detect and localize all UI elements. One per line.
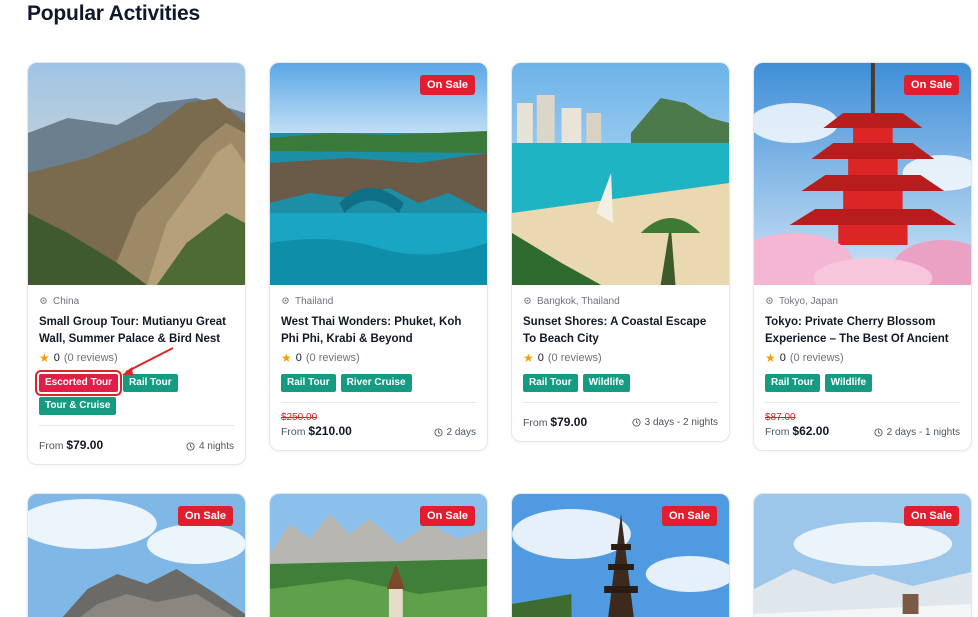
activity-card[interactable]: China Small Group Tour: Mutianyu Great W… — [27, 62, 246, 465]
on-sale-badge: On Sale — [904, 75, 959, 95]
activity-card[interactable]: Bangkok, Thailand Sunset Shores: A Coast… — [511, 62, 730, 442]
rating-count: 0 — [537, 352, 544, 364]
tag-list: Rail Tour Wildlife — [765, 374, 960, 392]
activity-title[interactable]: Tokyo: Private Cherry Blossom Experience… — [765, 314, 960, 348]
reviews-count: (0 reviews) — [63, 352, 118, 364]
duration: 2 days - 1 nights — [874, 427, 960, 438]
rating: ★ 0 (0 reviews) — [281, 351, 476, 365]
price-block: $87.00 From $62.00 — [765, 412, 829, 438]
tag[interactable]: Rail Tour — [523, 374, 578, 392]
star-icon: ★ — [523, 351, 534, 365]
tag-list: Rail Tour River Cruise — [281, 374, 476, 392]
card-footer: $87.00 From $62.00 2 days - 1 nights — [765, 402, 960, 450]
activity-image[interactable]: On Sale — [754, 63, 971, 285]
clock-icon — [632, 417, 641, 427]
activity-image[interactable] — [28, 63, 245, 285]
star-icon: ★ — [39, 351, 50, 365]
map-pin-icon — [282, 296, 289, 304]
activity-card[interactable]: On Sale — [269, 493, 488, 617]
tag[interactable]: Wildlife — [824, 374, 873, 392]
duration-text: 4 nights — [198, 441, 234, 452]
activity-image[interactable]: On Sale — [270, 63, 487, 285]
tag[interactable]: Rail Tour — [281, 374, 336, 392]
tag-list: Escorted Tour Rail Tour Tour & Cruise — [34, 370, 234, 415]
rating-count: 0 — [295, 352, 302, 364]
reviews-count: (0 reviews) — [305, 352, 360, 364]
activity-card[interactable]: On Sale — [753, 493, 972, 617]
section-title: Popular Activities — [27, 2, 201, 25]
on-sale-badge: On Sale — [662, 506, 717, 526]
activity-image[interactable]: On Sale — [28, 494, 245, 617]
map-pin-icon — [524, 296, 531, 304]
on-sale-badge: On Sale — [178, 506, 233, 526]
price-block: From $79.00 — [523, 415, 587, 429]
activity-card[interactable]: On Sale Thailand West Thai Wonders: Phuk… — [269, 62, 488, 451]
duration: 4 nights — [186, 441, 234, 452]
clock-icon — [186, 442, 195, 451]
activity-title[interactable]: Sunset Shores: A Coastal Escape To Beach… — [523, 314, 718, 348]
duration: 3 days - 2 nights — [632, 417, 718, 428]
location: Bangkok, Thailand — [523, 294, 718, 308]
activity-image[interactable]: On Sale — [512, 494, 729, 617]
price: $210.00 — [308, 424, 352, 438]
location: Thailand — [281, 294, 476, 308]
tag[interactable]: Escorted Tour — [34, 370, 123, 396]
tag[interactable]: Rail Tour — [765, 374, 820, 392]
price-from: From — [765, 426, 790, 438]
price-block: $250.00 From $210.00 — [281, 412, 352, 438]
tag[interactable]: Wildlife — [582, 374, 631, 392]
activity-card[interactable]: On Sale Tokyo, Japan Tokyo: Private Cher… — [753, 62, 972, 451]
star-icon: ★ — [765, 351, 776, 365]
activity-image[interactable]: On Sale — [754, 494, 971, 617]
price: $62.00 — [792, 424, 830, 438]
rating-count: 0 — [779, 352, 786, 364]
rating: ★ 0 (0 reviews) — [39, 351, 234, 365]
map-pin-icon — [766, 296, 773, 304]
duration: 2 days — [433, 427, 476, 438]
reviews-count: (0 reviews) — [547, 352, 602, 364]
reviews-count: (0 reviews) — [789, 352, 844, 364]
old-price: $87.00 — [765, 412, 796, 423]
price-block: From $79.00 — [39, 438, 103, 452]
location: Tokyo, Japan — [765, 294, 960, 308]
activity-image[interactable]: On Sale — [270, 494, 487, 617]
duration-text: 3 days - 2 nights — [644, 416, 718, 428]
duration-text: 2 days - 1 nights — [886, 427, 960, 438]
activity-image[interactable] — [512, 63, 729, 285]
tag[interactable]: Rail Tour — [123, 374, 178, 392]
location-text: Tokyo, Japan — [779, 295, 838, 307]
tag[interactable]: River Cruise — [340, 374, 412, 392]
star-icon: ★ — [281, 351, 292, 365]
activity-card[interactable]: On Sale — [511, 493, 730, 617]
price-from: From — [523, 417, 548, 429]
location-text: Thailand — [295, 295, 334, 307]
duration-text: 2 days — [446, 427, 476, 438]
map-pin-icon — [40, 296, 47, 304]
location-text: Bangkok, Thailand — [537, 295, 620, 307]
rating: ★ 0 (0 reviews) — [765, 351, 960, 365]
price-from: From — [39, 440, 64, 452]
tag[interactable]: Tour & Cruise — [39, 397, 117, 415]
price: $79.00 — [66, 438, 104, 452]
on-sale-badge: On Sale — [904, 506, 959, 526]
clock-icon — [874, 428, 883, 437]
price: $79.00 — [550, 415, 588, 429]
on-sale-badge: On Sale — [420, 75, 475, 95]
card-footer: $250.00 From $210.00 2 days — [281, 402, 476, 450]
price-from: From — [281, 426, 306, 438]
clock-icon — [433, 428, 443, 437]
card-footer: From $79.00 3 days - 2 nights — [523, 402, 718, 441]
activity-title[interactable]: Small Group Tour: Mutianyu Great Wall, S… — [39, 314, 234, 348]
rating-count: 0 — [53, 352, 60, 364]
location: China — [39, 294, 234, 308]
activity-card[interactable]: On Sale — [27, 493, 246, 617]
tag-list: Rail Tour Wildlife — [523, 374, 718, 392]
rating: ★ 0 (0 reviews) — [523, 351, 718, 365]
card-footer: From $79.00 4 nights — [39, 425, 234, 464]
on-sale-badge: On Sale — [420, 506, 475, 526]
location-text: China — [53, 295, 80, 307]
old-price: $250.00 — [281, 412, 318, 423]
activity-title[interactable]: West Thai Wonders: Phuket, Koh Phi Phi, … — [281, 314, 476, 348]
